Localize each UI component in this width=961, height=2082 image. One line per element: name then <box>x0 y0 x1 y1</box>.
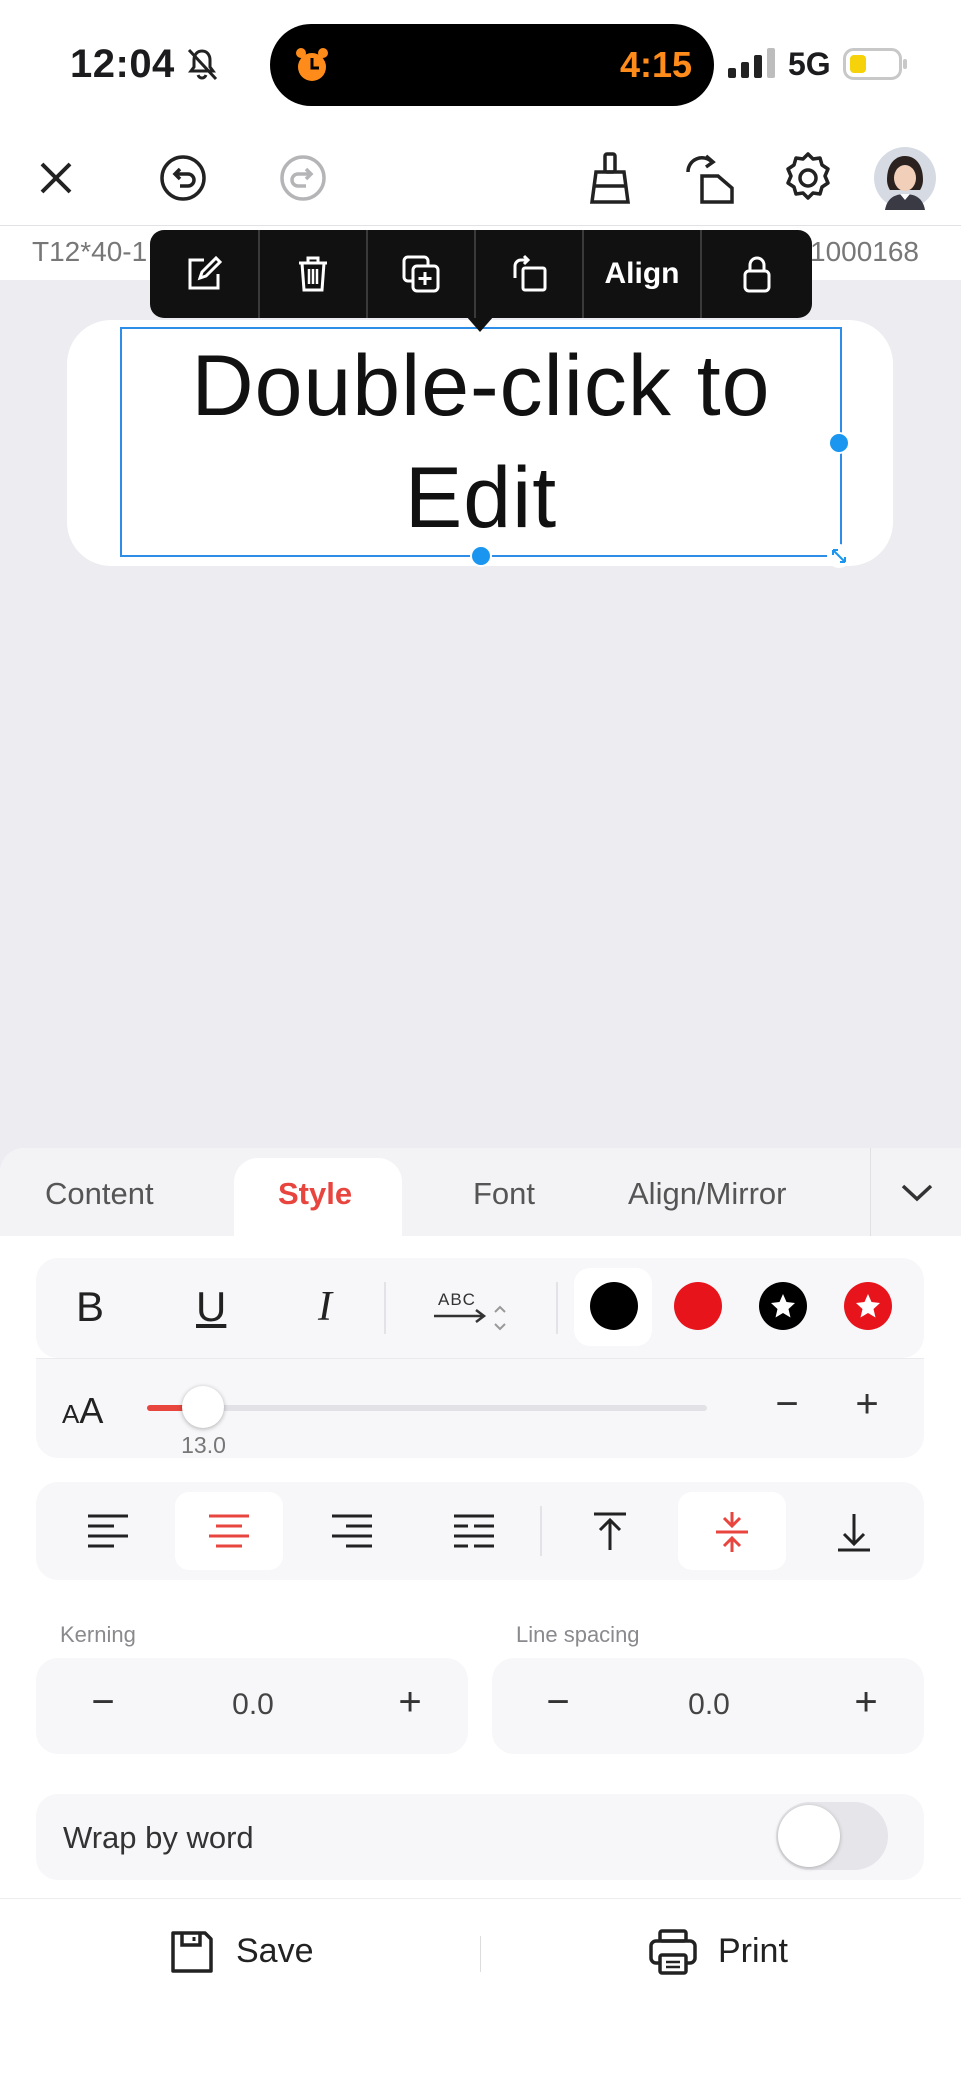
color-red-inverse[interactable] <box>844 1282 892 1330</box>
wrap-by-word-label: Wrap by word <box>63 1820 254 1855</box>
font-size-slider-track[interactable] <box>147 1405 707 1411</box>
font-size-decrease-button[interactable]: − <box>762 1382 812 1427</box>
battery-icon <box>843 48 907 80</box>
align-left-icon[interactable] <box>84 1510 132 1554</box>
lock-button[interactable] <box>702 230 812 318</box>
label-size: T12*40-1 <box>32 236 148 267</box>
save-icon <box>171 1931 213 1973</box>
action-divider <box>480 1936 481 1972</box>
font-size-slider-thumb[interactable] <box>182 1386 224 1428</box>
line-spacing-value: 0.0 <box>688 1688 730 1721</box>
color-black[interactable] <box>590 1282 638 1330</box>
line-spacing-label: Line spacing <box>516 1622 640 1647</box>
clear-brush-icon[interactable] <box>582 150 638 206</box>
duplicate-icon <box>402 255 440 293</box>
close-icon[interactable] <box>28 150 84 206</box>
save-label: Save <box>236 1932 314 1970</box>
redo-icon[interactable] <box>275 150 331 206</box>
line-spacing-increase-button[interactable]: + <box>841 1680 891 1725</box>
align-label: Align <box>604 257 680 290</box>
align-button[interactable]: Align <box>584 230 700 318</box>
kerning-label: Kerning <box>60 1622 136 1647</box>
duplicate-button[interactable] <box>368 230 474 318</box>
edit-button[interactable] <box>150 230 258 318</box>
divider <box>384 1282 386 1334</box>
text-line-1: Double-click to <box>191 338 771 434</box>
tab-align-mirror[interactable]: Align/Mirror <box>628 1176 786 1212</box>
divider <box>540 1506 542 1556</box>
delete-button[interactable] <box>260 230 366 318</box>
scale-handle-icon[interactable] <box>826 543 852 569</box>
printer-icon <box>649 1929 697 1975</box>
island-timer: 4:15 <box>620 44 693 85</box>
rotate-element-button[interactable] <box>476 230 582 318</box>
align-top-icon[interactable] <box>588 1508 632 1556</box>
signal-icon <box>728 48 775 78</box>
divider <box>556 1282 558 1334</box>
rotate-element-icon <box>513 254 547 292</box>
line-spacing-decrease-button[interactable]: − <box>533 1680 583 1725</box>
rotate-icon[interactable] <box>682 150 738 206</box>
avatar[interactable] <box>873 146 937 210</box>
direction-arrow-icon <box>434 1305 506 1331</box>
align-justify-icon[interactable] <box>450 1510 498 1554</box>
toggle-knob <box>778 1805 840 1867</box>
gear-icon[interactable] <box>780 150 836 206</box>
font-size-increase-button[interactable]: + <box>842 1382 892 1427</box>
align-bottom-icon[interactable] <box>832 1508 876 1556</box>
kerning-decrease-button[interactable]: − <box>78 1680 128 1725</box>
color-red[interactable] <box>674 1282 722 1330</box>
bell-muted-icon <box>187 48 218 81</box>
align-middle-icon[interactable] <box>710 1508 754 1556</box>
resize-handle-bottom[interactable] <box>470 545 492 567</box>
kerning-value: 0.0 <box>232 1688 274 1721</box>
align-right-icon[interactable] <box>328 1510 376 1554</box>
undo-icon[interactable] <box>155 150 211 206</box>
print-label: Print <box>718 1932 788 1970</box>
lock-icon <box>743 256 771 293</box>
font-size-value: 13.0 <box>181 1432 226 1458</box>
context-menu-pointer <box>466 316 494 332</box>
italic-button[interactable]: I <box>318 1283 332 1331</box>
bold-button[interactable]: B <box>76 1283 104 1331</box>
color-black-inverse[interactable] <box>759 1282 807 1330</box>
edit-icon <box>188 255 223 290</box>
collapse-sheet-button[interactable] <box>870 1148 961 1236</box>
tab-font[interactable]: Font <box>473 1176 535 1212</box>
label-code: 1000168 <box>810 236 920 267</box>
trash-icon <box>299 256 327 292</box>
text-direction-button[interactable]: ABC <box>432 1290 512 1334</box>
status-time: 12:04 <box>70 42 175 86</box>
star-icon <box>771 1294 795 1318</box>
kerning-increase-button[interactable]: + <box>385 1680 435 1725</box>
text-element[interactable]: Double-click to Edit <box>120 330 842 554</box>
tab-content[interactable]: Content <box>45 1176 154 1212</box>
resize-handle-right[interactable] <box>828 432 850 454</box>
tab-style[interactable]: Style <box>278 1176 352 1212</box>
star-icon <box>856 1294 880 1318</box>
chevron-down-icon <box>901 1184 933 1202</box>
alarm-icon <box>296 48 328 81</box>
text-line-2: Edit <box>404 450 558 546</box>
font-size-icon: AA <box>62 1390 104 1431</box>
align-center-icon[interactable] <box>205 1510 253 1554</box>
underline-button[interactable]: U <box>196 1283 226 1331</box>
network-type: 5G <box>788 46 831 82</box>
